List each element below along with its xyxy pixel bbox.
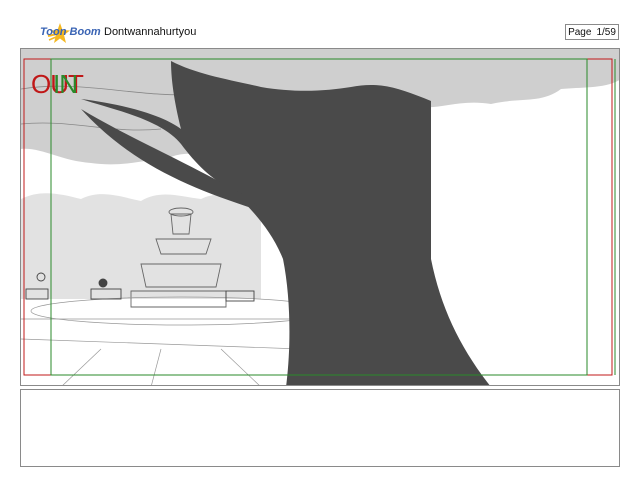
background-bushes xyxy=(21,193,261,299)
brand-name: Toon Boom xyxy=(40,26,101,38)
page-header: Toon Boom Dontwannahurtyou Page 1/59 xyxy=(0,0,640,46)
page-indicator: Page 1/59 xyxy=(565,24,619,40)
document-title: Dontwannahurtyou xyxy=(104,26,197,38)
in-frame-label: IN xyxy=(53,69,78,99)
ground-lines xyxy=(21,296,332,385)
page-label: Page xyxy=(568,26,592,38)
page-number: 1/59 xyxy=(596,26,616,38)
panel-drawing xyxy=(21,49,619,385)
panel-notes-area[interactable] xyxy=(20,389,620,467)
storyboard-panel[interactable]: OUT IN xyxy=(20,48,620,386)
